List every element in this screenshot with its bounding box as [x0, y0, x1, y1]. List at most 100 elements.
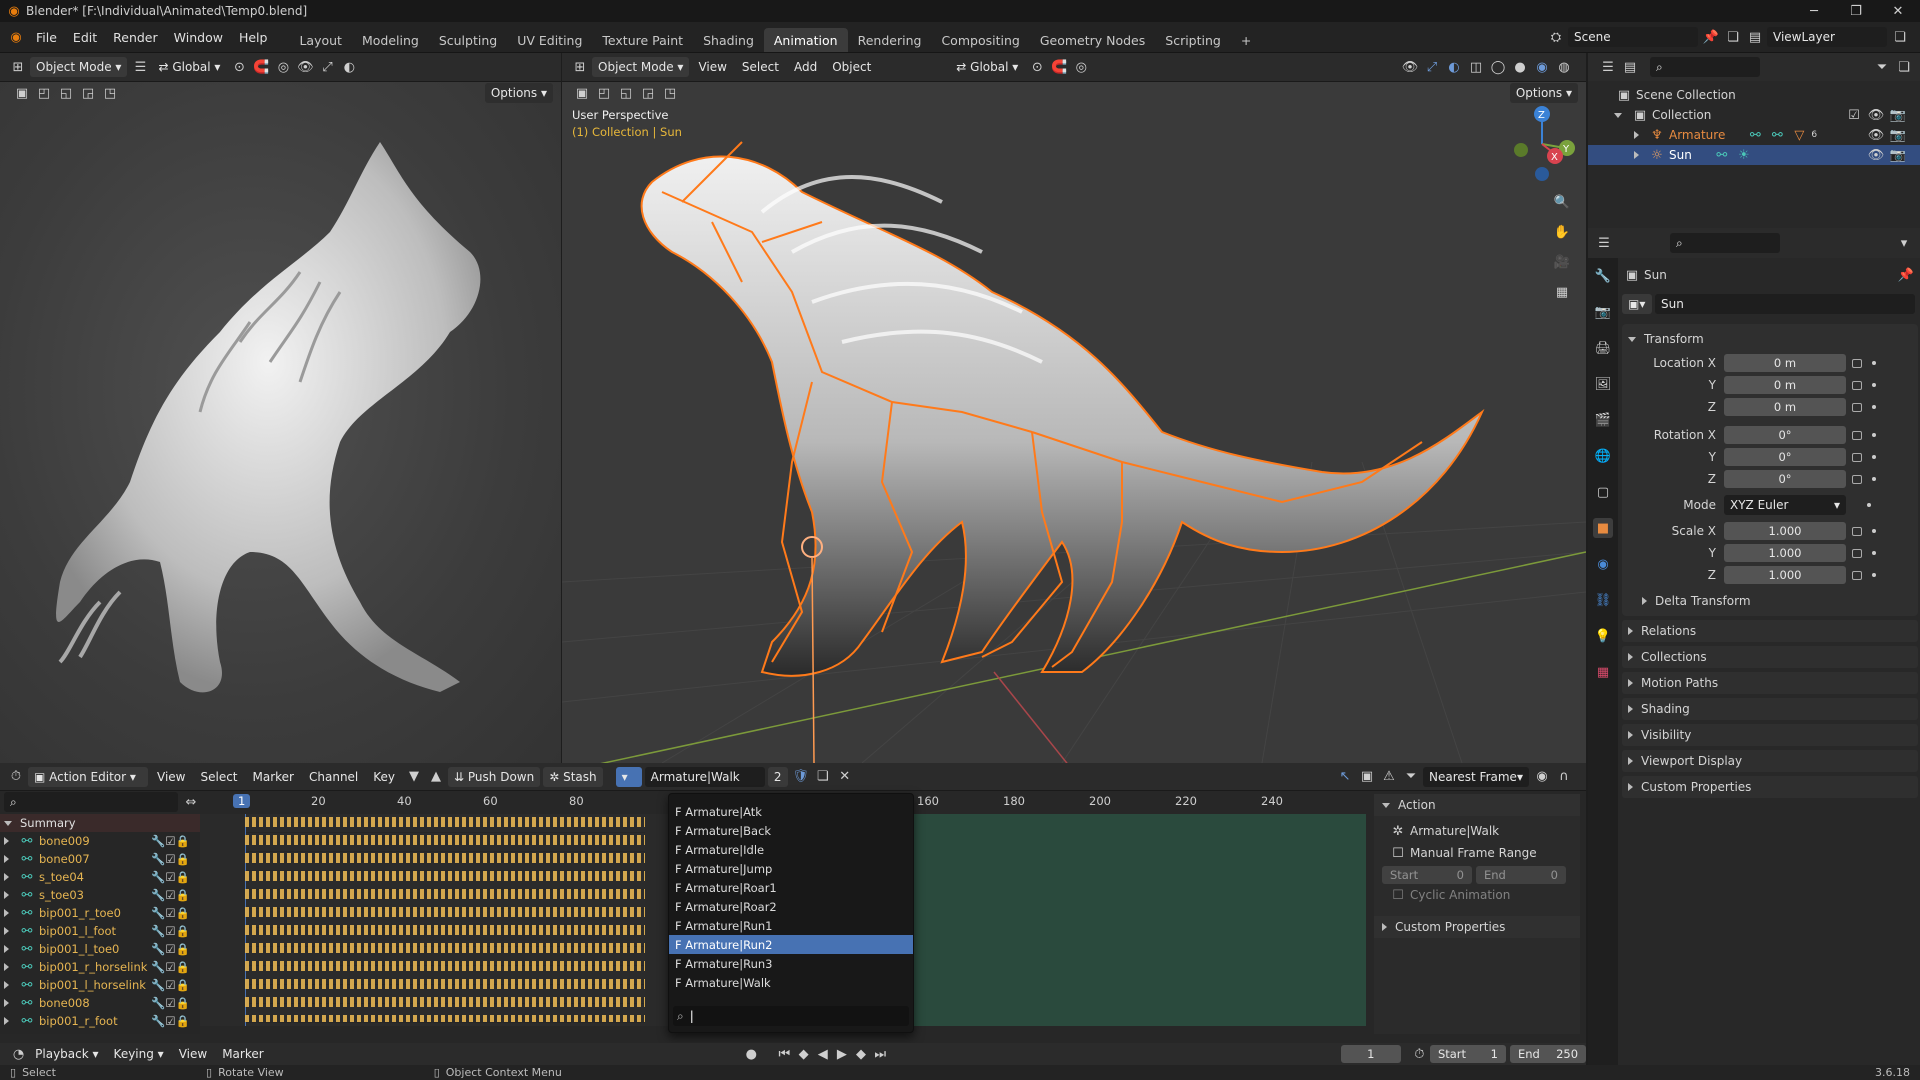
tool-tab-icon[interactable]: 🔧: [1593, 266, 1613, 286]
main-menu-select[interactable]: Select: [736, 57, 785, 77]
outliner-search[interactable]: ⌕: [1650, 57, 1760, 77]
gizmo-icon[interactable]: ⤢: [317, 57, 337, 77]
zoom-icon[interactable]: 🔍: [1552, 192, 1572, 212]
left-options-button[interactable]: Options ▾: [484, 83, 553, 103]
channel-expand-icon[interactable]: [4, 873, 9, 881]
physics-tab-icon[interactable]: ◉: [1593, 554, 1613, 574]
outliner-scene-collection[interactable]: ▣ Scene Collection: [1588, 85, 1920, 105]
blender-menu-icon[interactable]: ◉: [6, 27, 26, 47]
channel-expand-icon[interactable]: [4, 945, 9, 953]
ae-menu-marker[interactable]: Marker: [247, 767, 300, 787]
section-visibility[interactable]: Visibility: [1622, 724, 1918, 746]
menu-edit[interactable]: Edit: [65, 22, 105, 52]
collection-camera-icon[interactable]: 📷: [1888, 105, 1908, 125]
only-selected-icon[interactable]: ↖: [1335, 767, 1355, 787]
section-relations[interactable]: Relations: [1622, 620, 1918, 642]
sun-camera-icon[interactable]: 📷: [1888, 145, 1908, 165]
view-layer-tab-icon[interactable]: 🖼: [1593, 374, 1613, 394]
channel-row[interactable]: ⚯ bone008 🔧☑🔒: [0, 994, 200, 1012]
section-custom-properties[interactable]: Custom Properties: [1622, 776, 1918, 798]
lock-icon[interactable]: [1852, 380, 1862, 390]
wireframe-shading-icon[interactable]: ◯: [1488, 57, 1508, 77]
range-start-field[interactable]: Start 0: [1382, 866, 1472, 884]
filter-icon[interactable]: ⏷: [1872, 57, 1892, 77]
keyframe-dot-icon[interactable]: [1872, 551, 1876, 555]
channel-toggle-icons[interactable]: 🔧☑🔒: [151, 888, 190, 902]
hamburger-icon[interactable]: ☰: [130, 57, 150, 77]
properties-editor-icon[interactable]: ☰: [1594, 233, 1614, 253]
channel-toggle-icons[interactable]: 🔧☑🔒: [151, 852, 190, 866]
swap-icon[interactable]: ⇔: [181, 792, 201, 812]
rotation-z-field[interactable]: 0°: [1724, 470, 1846, 488]
channel-toggle-icons[interactable]: 🔧☑🔒: [151, 1014, 190, 1028]
action-option[interactable]: F Armature|Atk: [669, 802, 913, 821]
sun-expand-icon[interactable]: [1634, 151, 1639, 159]
keyframe-dot-icon[interactable]: [1872, 361, 1876, 365]
world-tab-icon[interactable]: 🌐: [1593, 446, 1613, 466]
cyclic-checkbox[interactable]: ☐: [1388, 885, 1408, 905]
ae-menu-channel[interactable]: Channel: [303, 767, 364, 787]
data-browse-button[interactable]: ▣▾: [1622, 294, 1652, 314]
main-editor-type-icon[interactable]: ⊞: [570, 57, 590, 77]
keyframe-dot-icon[interactable]: [1872, 573, 1876, 577]
delta-transform-header[interactable]: Delta Transform: [1628, 590, 1912, 612]
side-custom-properties[interactable]: Custom Properties: [1374, 916, 1580, 938]
collection-eye-icon[interactable]: 👁: [1866, 105, 1886, 125]
main-select-extend-icon[interactable]: ◱: [616, 83, 636, 103]
unlink-action-icon[interactable]: ✕: [835, 767, 855, 787]
proportional-edit-icon[interactable]: ◉: [1532, 767, 1552, 787]
main-menu-object[interactable]: Object: [826, 57, 877, 77]
timeline-editor-icon[interactable]: ◔: [10, 1044, 27, 1064]
menu-window[interactable]: Window: [166, 22, 231, 52]
expand-icon[interactable]: [1614, 112, 1622, 118]
tab-modeling[interactable]: Modeling: [352, 28, 429, 52]
render-tab-icon[interactable]: 📷: [1593, 302, 1613, 322]
action-option[interactable]: F Armature|Roar2: [669, 897, 913, 916]
channel-row[interactable]: ⚯ bip001_l_toe0 🔧☑🔒: [0, 940, 200, 958]
channel-search[interactable]: ⌕: [4, 792, 178, 812]
browse-action-button[interactable]: ▾: [615, 766, 642, 787]
push-down-button[interactable]: ⇊ Push Down: [448, 766, 541, 787]
new-view-layer-icon[interactable]: ❏: [1890, 27, 1910, 47]
main-options-button[interactable]: Options ▾: [1509, 83, 1578, 103]
tl-menu-view[interactable]: View: [173, 1044, 213, 1064]
select-subtract-icon[interactable]: ◲: [78, 83, 98, 103]
ortho-grid-icon[interactable]: ▦: [1552, 282, 1572, 302]
display-mode-icon[interactable]: ▤: [1620, 57, 1640, 77]
tab-layout[interactable]: Layout: [289, 28, 352, 52]
properties-options-icon[interactable]: ▾: [1894, 233, 1914, 253]
object-name-field[interactable]: Sun: [1655, 294, 1915, 314]
rotation-mode-select[interactable]: XYZ Euler ▾: [1724, 495, 1846, 515]
delta-expand-icon[interactable]: [1642, 597, 1647, 605]
main-pivot-icon[interactable]: ⊙: [1027, 57, 1047, 77]
lock-icon[interactable]: [1852, 548, 1862, 558]
overlay-icon[interactable]: ◐: [339, 57, 359, 77]
lock-icon[interactable]: [1852, 430, 1862, 440]
visibility-icon[interactable]: 👁: [295, 57, 315, 77]
main-overlay-icon[interactable]: ◐: [1444, 57, 1464, 77]
start-frame-field[interactable]: Start 1: [1429, 1045, 1506, 1063]
channel-expand-icon[interactable]: [4, 963, 9, 971]
camera-view-icon[interactable]: 🎥: [1552, 252, 1572, 272]
prev-key-icon[interactable]: ◆: [795, 1044, 812, 1064]
proportional-icon[interactable]: ◎: [273, 57, 293, 77]
scene-selector[interactable]: Scene: [1568, 27, 1698, 47]
left-orientation-select[interactable]: ⇄ Global ▾: [152, 57, 226, 77]
section-viewport-display[interactable]: Viewport Display: [1622, 750, 1918, 772]
action-users-count[interactable]: 2: [767, 766, 788, 787]
channel-expand-icon[interactable]: [4, 837, 9, 845]
channel-row[interactable]: ⚯ bip001_l_horselink 🔧☑🔒: [0, 976, 200, 994]
lock-icon[interactable]: [1852, 402, 1862, 412]
channel-row[interactable]: ⚯ bip001_r_foot 🔧☑🔒: [0, 1012, 200, 1030]
tab-texture-paint[interactable]: Texture Paint: [592, 28, 693, 52]
channel-expand-icon[interactable]: [4, 909, 9, 917]
scale-y-field[interactable]: 1.000: [1724, 544, 1846, 562]
main-select-tool-icon[interactable]: ▣: [572, 83, 592, 103]
channel-row[interactable]: ⚯ bone007 🔧☑🔒: [0, 850, 200, 868]
armature-expand-icon[interactable]: [1634, 131, 1639, 139]
keyframe-dot-icon[interactable]: [1872, 529, 1876, 533]
editor-mode-select[interactable]: ▣ Action Editor ▾: [28, 766, 148, 787]
channel-expand-icon[interactable]: [4, 891, 9, 899]
stash-button[interactable]: ✲ Stash: [543, 766, 603, 787]
section-motion-paths[interactable]: Motion Paths: [1622, 672, 1918, 694]
